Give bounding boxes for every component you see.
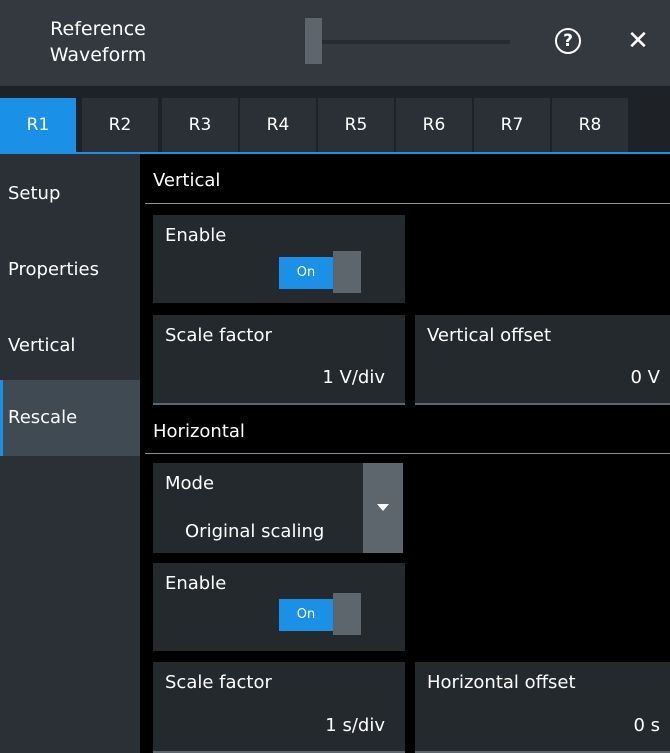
vertical-offset-value: 0 V: [630, 367, 661, 388]
vertical-offset-label: Vertical offset: [427, 325, 552, 346]
section-divider-horizontal: [145, 453, 670, 454]
horizontal-enable-knob: [333, 593, 361, 635]
tab-r7[interactable]: R7: [474, 98, 550, 152]
horizontal-offset-label: Horizontal offset: [427, 672, 576, 693]
horizontal-scale-label: Scale factor: [165, 672, 272, 693]
tab-r4[interactable]: R4: [240, 98, 316, 152]
reference-tabs: R1 R2 R3 R4 R5 R6 R7 R8: [0, 86, 670, 154]
sidebar: Setup Properties Vertical Rescale: [0, 154, 140, 753]
help-icon[interactable]: ?: [555, 28, 581, 54]
close-icon[interactable]: ✕: [623, 23, 653, 59]
window-title-line2: Waveform: [49, 44, 147, 66]
vertical-enable-state: On: [279, 257, 333, 289]
section-title-horizontal: Horizontal: [153, 421, 245, 442]
sidebar-item-properties[interactable]: Properties: [0, 232, 140, 308]
vertical-enable-knob: [333, 251, 361, 293]
transparency-slider-track[interactable]: [305, 40, 510, 44]
tab-r5[interactable]: R5: [318, 98, 394, 152]
sidebar-item-rescale[interactable]: Rescale: [0, 380, 140, 456]
vertical-enable-label: Enable: [165, 225, 227, 246]
vertical-enable-toggle[interactable]: On: [279, 251, 361, 293]
transparency-slider-thumb[interactable]: [305, 18, 322, 64]
horizontal-enable-state: On: [279, 599, 333, 631]
horizontal-offset-value: 0 s: [633, 715, 660, 736]
vertical-enable-card: Enable On: [153, 215, 405, 303]
tab-r2[interactable]: R2: [82, 98, 158, 152]
tab-r3[interactable]: R3: [162, 98, 238, 152]
section-divider-vertical: [145, 203, 670, 204]
window-title: Reference Waveform: [28, 16, 168, 68]
vertical-offset-field[interactable]: Vertical offset 0 V: [415, 315, 670, 405]
horizontal-mode-dropdown-button[interactable]: [363, 463, 403, 553]
horizontal-scale-field[interactable]: Scale factor 1 s/div: [153, 662, 405, 753]
tab-r6[interactable]: R6: [396, 98, 472, 152]
horizontal-offset-field[interactable]: Horizontal offset 0 s: [415, 662, 670, 753]
title-bar: Reference Waveform ? ✕: [0, 0, 670, 86]
vertical-scale-value: 1 V/div: [322, 367, 385, 388]
horizontal-enable-label: Enable: [165, 573, 227, 594]
horizontal-mode-label: Mode: [165, 473, 215, 494]
horizontal-mode-dropdown[interactable]: Mode Original scaling: [153, 463, 403, 553]
sidebar-item-vertical[interactable]: Vertical: [0, 308, 140, 384]
tab-r8[interactable]: R8: [552, 98, 628, 152]
chevron-down-icon: [377, 504, 389, 511]
vertical-scale-label: Scale factor: [165, 325, 272, 346]
tab-r1[interactable]: R1: [0, 98, 76, 152]
horizontal-enable-toggle[interactable]: On: [279, 593, 361, 635]
vertical-scale-field[interactable]: Scale factor 1 V/div: [153, 315, 405, 405]
horizontal-scale-value: 1 s/div: [325, 715, 385, 736]
sidebar-item-setup[interactable]: Setup: [0, 156, 140, 232]
window-title-line1: Reference: [50, 18, 146, 40]
horizontal-enable-card: Enable On: [153, 563, 405, 651]
section-title-vertical: Vertical: [153, 170, 221, 191]
horizontal-mode-value: Original scaling: [185, 521, 325, 542]
